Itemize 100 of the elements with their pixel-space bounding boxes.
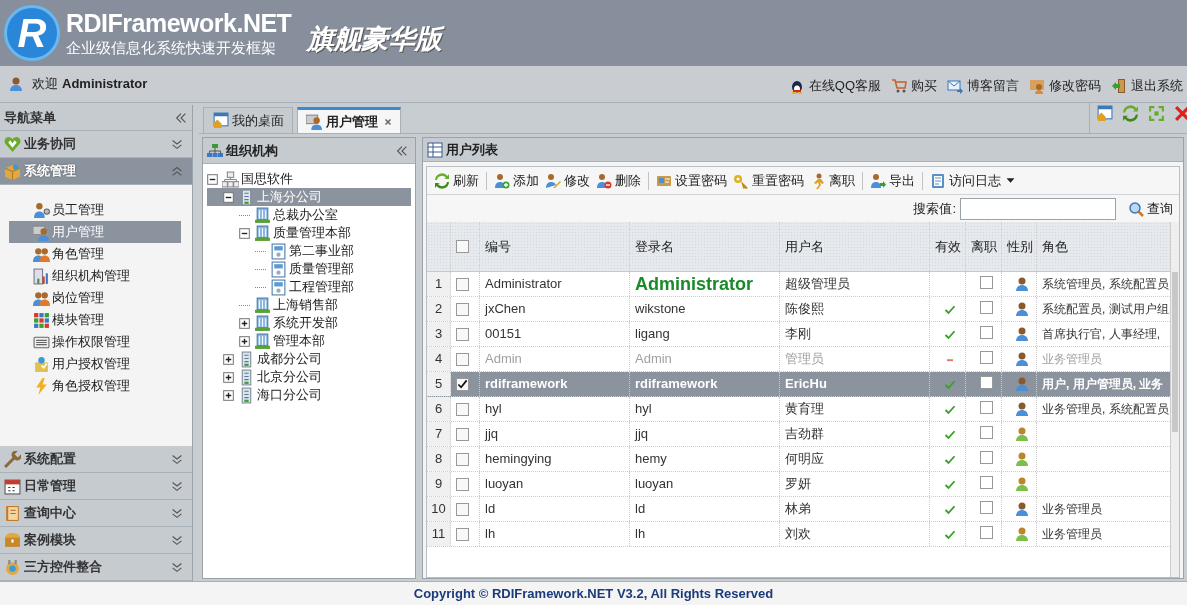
checkbox[interactable] xyxy=(456,302,469,316)
checkbox[interactable] xyxy=(456,327,469,341)
nav-section-header[interactable]: 系统配置 xyxy=(0,446,192,473)
nav-item[interactable]: 模块管理 xyxy=(9,309,181,331)
header-link[interactable]: 退出系统 xyxy=(1111,76,1183,96)
table-row[interactable]: 6 hyl hyl 黄育理 业务管理员, 系统配置员 xyxy=(427,397,1170,422)
checkbox[interactable] xyxy=(979,376,993,389)
nav-item[interactable]: 操作权限管理 xyxy=(9,331,181,353)
header-link[interactable]: 在线QQ客服 xyxy=(788,76,881,96)
checkbox[interactable] xyxy=(456,402,469,416)
nav-item[interactable]: 组织机构管理 xyxy=(9,265,181,287)
checkbox[interactable] xyxy=(456,502,469,516)
checkbox[interactable] xyxy=(979,401,993,414)
toolbar-button[interactable]: 设置密码 xyxy=(653,169,730,192)
column-header[interactable]: 用户名 xyxy=(785,236,824,257)
tree-node[interactable]: 质量管理本部 xyxy=(207,224,411,242)
home-icon[interactable] xyxy=(1096,105,1113,122)
tab[interactable]: 用户管理 xyxy=(297,107,401,133)
nav-section-header[interactable]: 业务协同 xyxy=(0,131,192,158)
checkbox[interactable] xyxy=(456,377,469,391)
checkbox[interactable] xyxy=(456,527,469,541)
nav-section-header[interactable]: 查询中心 xyxy=(0,500,192,527)
toolbar-button[interactable]: 导出 xyxy=(867,169,918,192)
nav-item[interactable]: 员工管理 xyxy=(9,199,181,221)
column-header[interactable]: 登录名 xyxy=(635,236,674,257)
checkbox[interactable] xyxy=(456,477,469,491)
expand-toggle-icon[interactable] xyxy=(223,389,234,401)
refresh-icon[interactable] xyxy=(1122,105,1139,122)
column-header[interactable]: 编号 xyxy=(485,236,511,257)
column-header[interactable]: 角色 xyxy=(1042,236,1068,257)
tree-node[interactable]: 工程管理部 xyxy=(207,278,411,296)
tree-node[interactable]: 北京分公司 xyxy=(207,368,411,386)
expand-toggle-icon[interactable] xyxy=(239,335,250,347)
header-link[interactable]: 博客留言 xyxy=(947,76,1019,96)
nav-item[interactable]: 角色管理 xyxy=(9,243,181,265)
search-button[interactable]: 查询 xyxy=(1128,198,1173,219)
checkbox[interactable] xyxy=(979,476,993,489)
table-cell: Admin xyxy=(480,347,630,371)
checkbox[interactable] xyxy=(456,427,469,441)
close-icon[interactable] xyxy=(384,117,392,126)
tab[interactable]: 我的桌面 xyxy=(203,107,293,133)
tree-node[interactable]: 成都分公司 xyxy=(207,350,411,368)
tree-node[interactable]: 海口分公司 xyxy=(207,386,411,404)
checkbox[interactable] xyxy=(456,452,469,466)
expand-toggle-icon[interactable] xyxy=(223,371,234,383)
checkbox[interactable] xyxy=(979,326,993,339)
checkbox[interactable] xyxy=(979,276,993,289)
collapse-toggle-icon[interactable] xyxy=(239,227,250,239)
tree-node[interactable]: 国思软件 xyxy=(207,170,411,188)
nav-section-header[interactable]: 案例模块 xyxy=(0,527,192,554)
checkbox[interactable] xyxy=(456,277,469,291)
toolbar-button[interactable]: 添加 xyxy=(491,169,542,192)
nav-section-header[interactable]: 日常管理 xyxy=(0,473,192,500)
nav-item[interactable]: 岗位管理 xyxy=(9,287,181,309)
checkbox[interactable] xyxy=(979,501,993,514)
row-number: 9 xyxy=(427,472,451,496)
table-row[interactable]: 1 Administrator Administrator 超级管理员 系统管理员, 系统配置员 xyxy=(427,272,1170,297)
table-row[interactable]: 7 jjq jjq 吉劲群 xyxy=(427,422,1170,447)
nav-section-header[interactable]: 三方控件整合 xyxy=(0,554,192,581)
nav-item[interactable]: 角色授权管理 xyxy=(9,375,181,397)
toolbar-button[interactable]: 修改 xyxy=(542,169,593,192)
tree-node[interactable]: 上海销售部 xyxy=(207,296,411,314)
column-header[interactable]: 性别 xyxy=(1007,236,1033,257)
tree-node[interactable]: 质量管理部 xyxy=(207,260,411,278)
tree-node[interactable]: 总裁办公室 xyxy=(207,206,411,224)
checkbox[interactable] xyxy=(979,451,993,464)
collapse-icon[interactable] xyxy=(174,110,188,125)
table-row[interactable]: 3 00151 ligang 李刚 首席执行官, 人事经理, xyxy=(427,322,1170,347)
fullscreen-icon[interactable] xyxy=(1148,105,1165,122)
panel-title: 组织机构 xyxy=(226,141,278,160)
column-header[interactable]: 有效 xyxy=(935,236,961,257)
nav-item[interactable]: 用户授权管理 xyxy=(9,353,181,375)
search-field[interactable] xyxy=(960,197,1116,220)
collapse-toggle-icon[interactable] xyxy=(223,191,234,203)
checkbox[interactable] xyxy=(456,240,469,253)
table-row[interactable]: 5 rdiframework rdiframework EricHu 用户, 用户管理员, 业务 xyxy=(427,372,1170,397)
close-icon[interactable] xyxy=(1174,105,1187,122)
table-row[interactable]: 9 luoyan luoyan 罗妍 xyxy=(427,472,1170,497)
toolbar-button[interactable]: 离职 xyxy=(807,169,858,192)
checkbox[interactable] xyxy=(979,526,993,539)
table-row[interactable]: 8 hemingying hemy 何明应 xyxy=(427,447,1170,472)
tree-node[interactable]: 第二事业部 xyxy=(207,242,411,260)
header-link[interactable]: 修改密码 xyxy=(1029,76,1101,96)
toolbar-button[interactable]: 访问日志 xyxy=(927,169,1018,192)
toolbar-button[interactable]: 删除 xyxy=(593,169,644,192)
toolbar-button[interactable]: 刷新 xyxy=(431,169,482,192)
toolbar-button[interactable]: 重置密码 xyxy=(730,169,807,192)
collapse-icon[interactable] xyxy=(395,143,409,158)
expand-toggle-icon[interactable] xyxy=(239,317,250,329)
tree-node[interactable]: 系统开发部 xyxy=(207,314,411,332)
header-link[interactable]: 购买 xyxy=(891,76,937,96)
scrollbar-thumb[interactable] xyxy=(1172,272,1178,432)
collapse-toggle-icon[interactable] xyxy=(207,173,218,185)
checkbox[interactable] xyxy=(979,301,993,314)
expand-toggle-icon[interactable] xyxy=(223,353,234,365)
checkbox[interactable] xyxy=(979,426,993,439)
column-header[interactable]: 离职 xyxy=(971,236,997,257)
tree-node[interactable]: 管理本部 xyxy=(207,332,411,350)
table-row[interactable]: 10 ld ld 林弟 业务管理员 xyxy=(427,497,1170,522)
table-row[interactable]: 11 lh lh 刘欢 业务管理员 xyxy=(427,522,1170,547)
